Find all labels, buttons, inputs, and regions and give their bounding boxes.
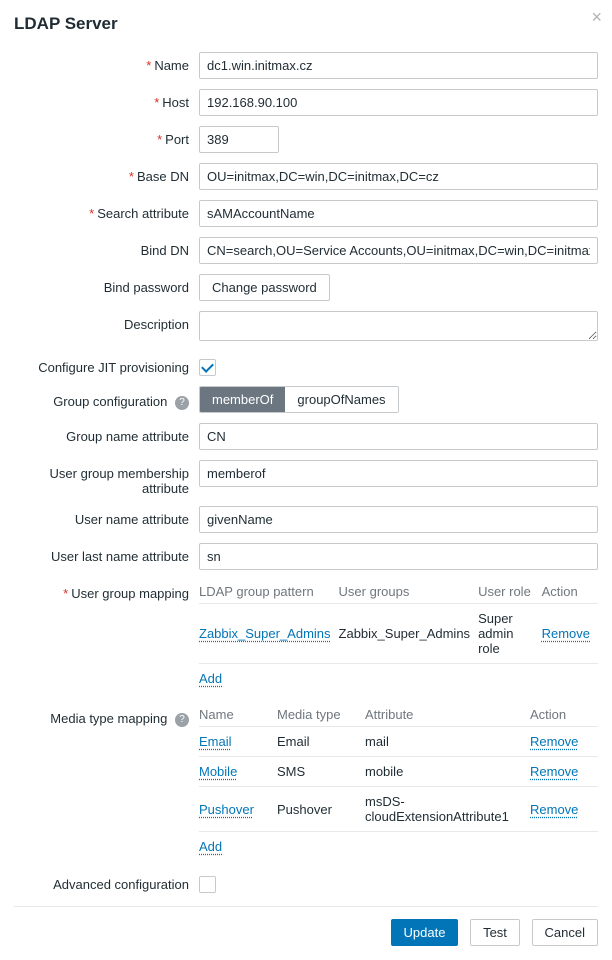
- label-user-group-mapping: User group mapping: [71, 586, 189, 601]
- mtm-remove-link[interactable]: Remove: [530, 734, 578, 749]
- ugm-groups: Zabbix_Super_Admins: [339, 604, 479, 664]
- label-advanced: Advanced configuration: [53, 877, 189, 892]
- mtm-attr: mail: [365, 727, 530, 757]
- label-group-config: Group configuration: [53, 394, 167, 409]
- mtm-type: Pushover: [277, 787, 365, 832]
- test-button[interactable]: Test: [470, 919, 520, 946]
- user-last-name-attr-input[interactable]: [199, 543, 598, 570]
- host-input[interactable]: [199, 89, 598, 116]
- group-name-attr-input[interactable]: [199, 423, 598, 450]
- dialog-footer: Update Test Cancel: [14, 906, 598, 946]
- ugm-add-link[interactable]: Add: [199, 671, 222, 686]
- label-name: Name: [154, 58, 189, 73]
- ugm-pattern-link[interactable]: Zabbix_Super_Admins: [199, 626, 331, 641]
- bind-dn-input[interactable]: [199, 237, 598, 264]
- jit-checkbox[interactable]: [199, 359, 216, 376]
- mtm-name-link[interactable]: Mobile: [199, 764, 237, 779]
- label-user-name-attr: User name attribute: [75, 512, 189, 527]
- label-port: Port: [165, 132, 189, 147]
- label-user-last-name-attr: User last name attribute: [51, 549, 189, 564]
- mtm-type: Email: [277, 727, 365, 757]
- mtm-col-type: Media type: [277, 703, 365, 727]
- user-group-membership-attr-input[interactable]: [199, 460, 598, 487]
- label-group-name-attr: Group name attribute: [66, 429, 189, 444]
- mtm-attr: mobile: [365, 757, 530, 787]
- port-input[interactable]: [199, 126, 279, 153]
- mtm-remove-link[interactable]: Remove: [530, 802, 578, 817]
- label-description: Description: [124, 317, 189, 332]
- label-host: Host: [162, 95, 189, 110]
- label-search-attr: Search attribute: [97, 206, 189, 221]
- ugm-remove-link[interactable]: Remove: [542, 626, 590, 641]
- ugm-col-pattern: LDAP group pattern: [199, 580, 339, 604]
- label-bind-dn: Bind DN: [141, 243, 189, 258]
- label-media-type-mapping: Media type mapping: [50, 711, 167, 726]
- group-config-memberof[interactable]: memberOf: [200, 387, 285, 412]
- mtm-add-link[interactable]: Add: [199, 839, 222, 854]
- table-row: Pushover Pushover msDS-cloudExtensionAtt…: [199, 787, 598, 832]
- table-row: Mobile SMS mobile Remove: [199, 757, 598, 787]
- ldap-server-dialog: × LDAP Server *Name *Host *Port *Base DN…: [0, 0, 612, 960]
- mtm-col-action: Action: [530, 703, 598, 727]
- mtm-col-attr: Attribute: [365, 703, 530, 727]
- mtm-name-link[interactable]: Pushover: [199, 802, 254, 817]
- label-ugma: User group membership attribute: [50, 466, 189, 496]
- help-icon[interactable]: ?: [175, 713, 189, 727]
- close-icon[interactable]: ×: [591, 8, 602, 26]
- name-input[interactable]: [199, 52, 598, 79]
- ugm-col-role: User role: [478, 580, 542, 604]
- search-attr-input[interactable]: [199, 200, 598, 227]
- table-row: Zabbix_Super_Admins Zabbix_Super_Admins …: [199, 604, 598, 664]
- mtm-name-link[interactable]: Email: [199, 734, 232, 749]
- table-row: Email Email mail Remove: [199, 727, 598, 757]
- group-config-segmented: memberOf groupOfNames: [199, 386, 399, 413]
- label-bind-password: Bind password: [104, 280, 189, 295]
- label-jit: Configure JIT provisioning: [38, 360, 189, 375]
- description-textarea[interactable]: [199, 311, 598, 341]
- mtm-col-name: Name: [199, 703, 277, 727]
- help-icon[interactable]: ?: [175, 396, 189, 410]
- update-button[interactable]: Update: [391, 919, 459, 946]
- user-group-mapping-table: LDAP group pattern User groups User role…: [199, 580, 598, 693]
- dialog-title: LDAP Server: [14, 14, 598, 34]
- group-config-groupofnames[interactable]: groupOfNames: [285, 387, 397, 412]
- ugm-role: Super admin role: [478, 604, 542, 664]
- media-type-mapping-table: Name Media type Attribute Action Email E…: [199, 703, 598, 861]
- advanced-checkbox[interactable]: [199, 876, 216, 893]
- label-base-dn: Base DN: [137, 169, 189, 184]
- ugm-col-groups: User groups: [339, 580, 479, 604]
- user-name-attr-input[interactable]: [199, 506, 598, 533]
- ugm-col-action: Action: [542, 580, 598, 604]
- cancel-button[interactable]: Cancel: [532, 919, 598, 946]
- mtm-type: SMS: [277, 757, 365, 787]
- mtm-remove-link[interactable]: Remove: [530, 764, 578, 779]
- change-password-button[interactable]: Change password: [199, 274, 330, 301]
- mtm-attr: msDS-cloudExtensionAttribute1: [365, 787, 530, 832]
- base-dn-input[interactable]: [199, 163, 598, 190]
